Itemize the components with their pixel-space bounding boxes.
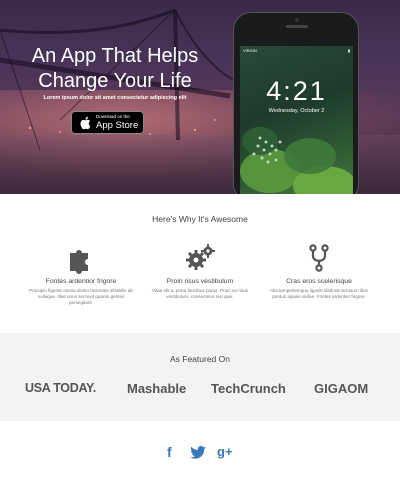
app-store-button[interactable]: Download on the App Store (71, 111, 144, 134)
hero-section: An App That Helps Change Your Life Lorem… (0, 0, 400, 194)
twitter-icon[interactable] (190, 446, 206, 464)
store-button-big-label: App Store (96, 119, 139, 131)
succulent-wallpaper-image (240, 127, 353, 194)
phone-lock-screen: VIRGIN ▮ 4:21 Wednesday, October 2 (240, 46, 353, 194)
apple-icon (77, 114, 93, 132)
feature-item: Proin risus vestibulum Vitae elit a, por… (135, 242, 265, 300)
facebook-icon[interactable]: f (167, 444, 172, 460)
mashable-logo[interactable]: Mashable (127, 381, 186, 396)
feature-item: Cras eros scelerisque Alia temperiemque … (254, 242, 384, 300)
featured-section-title: As Featured On (169, 354, 230, 364)
hero-title: An App That Helps Change Your Life (20, 44, 210, 94)
feature-description: Alia temperiemque ligavit! distinxit inc… (270, 288, 368, 299)
puzzle-icon (65, 242, 97, 274)
hero-title-line-1: An App That Helps (31, 45, 199, 67)
gears-icon (184, 242, 216, 274)
features-section-title: Here's Why It's Awesome (152, 214, 248, 224)
iphone-mockup: VIRGIN ▮ 4:21 Wednesday, October 2 (233, 12, 359, 194)
phone-carrier: VIRGIN (243, 47, 257, 53)
feature-name: Fontes ardentior frigore (45, 278, 117, 285)
feature-description: Vitae elit a, porta faucibus purus. Proi… (151, 288, 249, 299)
feature-name: Proin risus vestibulum (166, 278, 234, 285)
lock-screen-date: Wednesday, October 2 (268, 108, 325, 114)
phone-camera (295, 18, 299, 22)
branch-icon (303, 242, 335, 274)
techcrunch-logo[interactable]: TechCrunch (211, 381, 286, 396)
feature-item: Fontes ardentior frigore Principio figur… (16, 242, 146, 306)
feature-description: Principio figuras omnia divino facientes… (29, 288, 133, 305)
hero-title-line-2: Change Your Life (38, 70, 192, 92)
battery-icon: ▮ (347, 47, 350, 53)
phone-speaker (286, 25, 308, 28)
usa-today-logo[interactable]: USA TODAY. (25, 381, 96, 395)
hero-subtitle: Lorem ipsum dolor sit amet consectetur a… (43, 95, 187, 101)
feature-name: Cras eros scelerisque (286, 278, 352, 285)
featured-on-section (0, 333, 400, 421)
google-plus-icon[interactable]: g+ (217, 444, 233, 459)
lock-screen-clock: 4:21 (266, 76, 327, 106)
store-button-small-label: Download on the (96, 114, 130, 119)
gigaom-logo[interactable]: GIGAOM (314, 381, 368, 396)
phone-status-bar: VIRGIN ▮ (240, 46, 353, 54)
